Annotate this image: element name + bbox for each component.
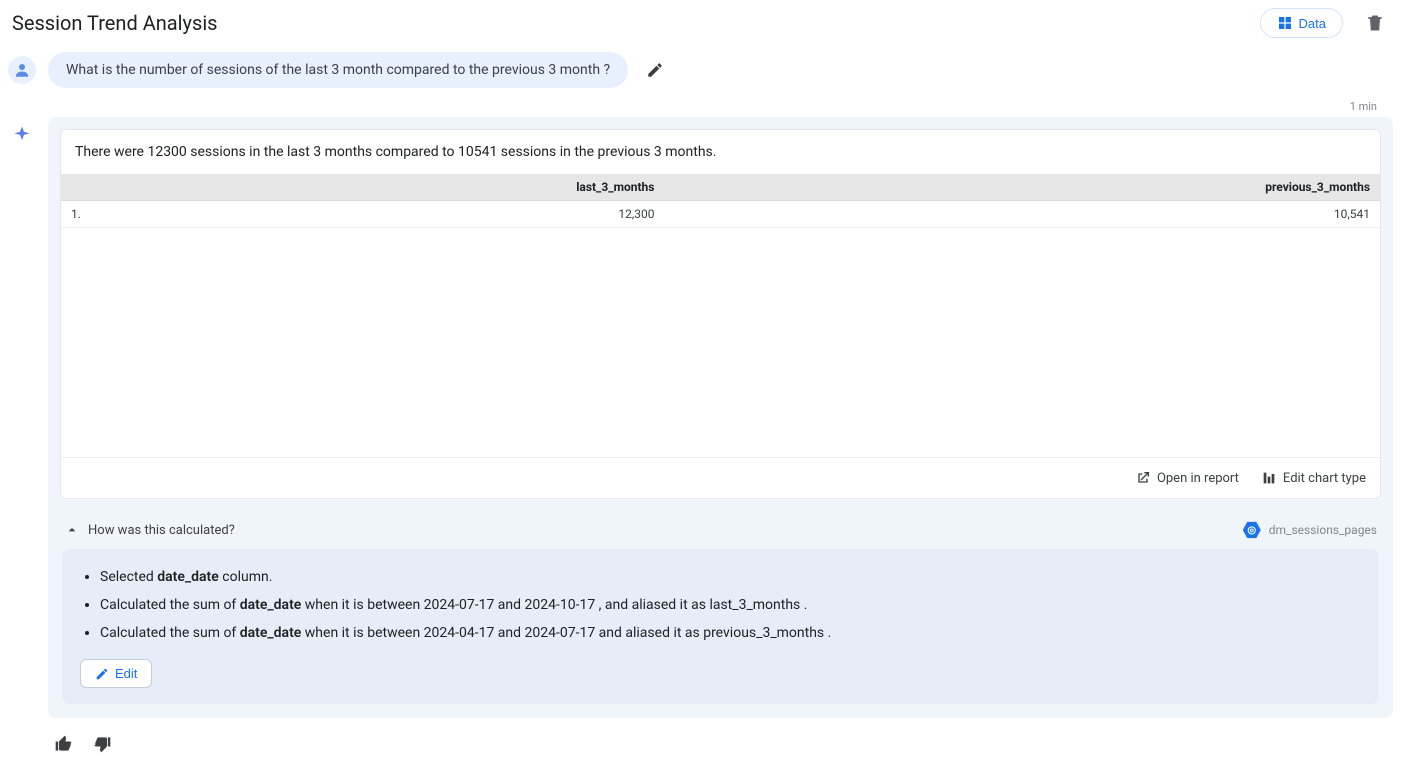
explain-header: How was this calculated? ◎ dm_sessions_p… — [48, 511, 1393, 549]
answer-container: There were 12300 sessions in the last 3 … — [8, 117, 1393, 718]
user-avatar — [8, 56, 36, 84]
edit-chart-type-label: Edit chart type — [1283, 471, 1366, 486]
page-header: Session Trend Analysis Data — [8, 0, 1393, 48]
row-index-cell: 1. — [61, 201, 101, 228]
open-in-report-button[interactable]: Open in report — [1135, 470, 1239, 486]
explain-toggle[interactable]: How was this calculated? — [64, 522, 235, 538]
data-button-label: Data — [1299, 16, 1326, 31]
explain-body: Selected date_date column. Calculated th… — [62, 549, 1379, 704]
answer-card: There were 12300 sessions in the last 3 … — [60, 129, 1381, 499]
trash-icon — [1365, 13, 1385, 33]
table-row: 1. 12,300 10,541 — [61, 201, 1380, 228]
open-external-icon — [1135, 470, 1151, 486]
pencil-icon — [95, 667, 109, 681]
source-hex-icon: ◎ — [1243, 521, 1261, 539]
column-header: previous_3_months — [664, 174, 1380, 201]
text-bold: date_date — [240, 625, 302, 641]
text: Selected — [100, 569, 157, 585]
text: Calculated the sum of — [100, 625, 240, 641]
delete-button[interactable] — [1361, 9, 1389, 37]
table-cell: 12,300 — [101, 201, 664, 228]
answer-summary: There were 12300 sessions in the last 3 … — [61, 130, 1380, 174]
text: when it is between 2024-04-17 and 2024-0… — [301, 625, 831, 641]
prompt-chip: What is the number of sessions of the la… — [48, 52, 628, 88]
column-header: last_3_months — [101, 174, 664, 201]
answer-body: There were 12300 sessions in the last 3 … — [48, 117, 1393, 718]
explain-step: Calculated the sum of date_date when it … — [100, 591, 1361, 619]
table-header-row: last_3_months previous_3_months — [61, 174, 1380, 201]
thumbs-down-button[interactable] — [90, 732, 114, 759]
sparkle-icon — [12, 125, 32, 145]
explain-toggle-label: How was this calculated? — [88, 523, 235, 538]
chart-icon — [1261, 470, 1277, 486]
open-in-report-label: Open in report — [1157, 471, 1239, 486]
edit-query-label: Edit — [115, 666, 137, 681]
pencil-icon — [646, 61, 664, 79]
text-bold: date_date — [240, 597, 302, 613]
source-chip[interactable]: ◎ dm_sessions_pages — [1243, 521, 1377, 539]
header-actions: Data — [1260, 8, 1389, 38]
text-bold: date_date — [157, 569, 219, 585]
feedback-row — [8, 718, 1393, 759]
thumbs-up-icon — [54, 734, 74, 754]
explain-step: Selected date_date column. — [100, 563, 1361, 591]
timestamp: 1 min — [8, 94, 1393, 117]
explain-steps: Selected date_date column. Calculated th… — [80, 563, 1361, 647]
thumbs-down-icon — [92, 734, 112, 754]
table-empty-area — [61, 228, 1380, 458]
card-actions: Open in report Edit chart type — [61, 458, 1380, 498]
data-grid-icon — [1277, 15, 1293, 31]
explain-step: Calculated the sum of date_date when it … — [100, 619, 1361, 647]
page-title: Session Trend Analysis — [12, 11, 218, 35]
text: when it is between 2024-07-17 and 2024-1… — [301, 597, 807, 613]
text: column. — [219, 569, 273, 585]
ai-badge — [8, 117, 36, 145]
prompt-row: What is the number of sessions of the la… — [8, 48, 1393, 94]
source-name: dm_sessions_pages — [1269, 523, 1377, 537]
edit-chart-type-button[interactable]: Edit chart type — [1261, 470, 1366, 486]
data-button[interactable]: Data — [1260, 8, 1343, 38]
result-table: last_3_months previous_3_months 1. 12,30… — [61, 174, 1380, 228]
row-index-header — [61, 174, 101, 201]
edit-query-button[interactable]: Edit — [80, 659, 152, 688]
chevron-up-icon — [64, 522, 80, 538]
table-cell: 10,541 — [664, 201, 1380, 228]
edit-prompt-button[interactable] — [640, 55, 670, 85]
text: Calculated the sum of — [100, 597, 240, 613]
person-icon — [13, 61, 31, 79]
thumbs-up-button[interactable] — [52, 732, 76, 759]
